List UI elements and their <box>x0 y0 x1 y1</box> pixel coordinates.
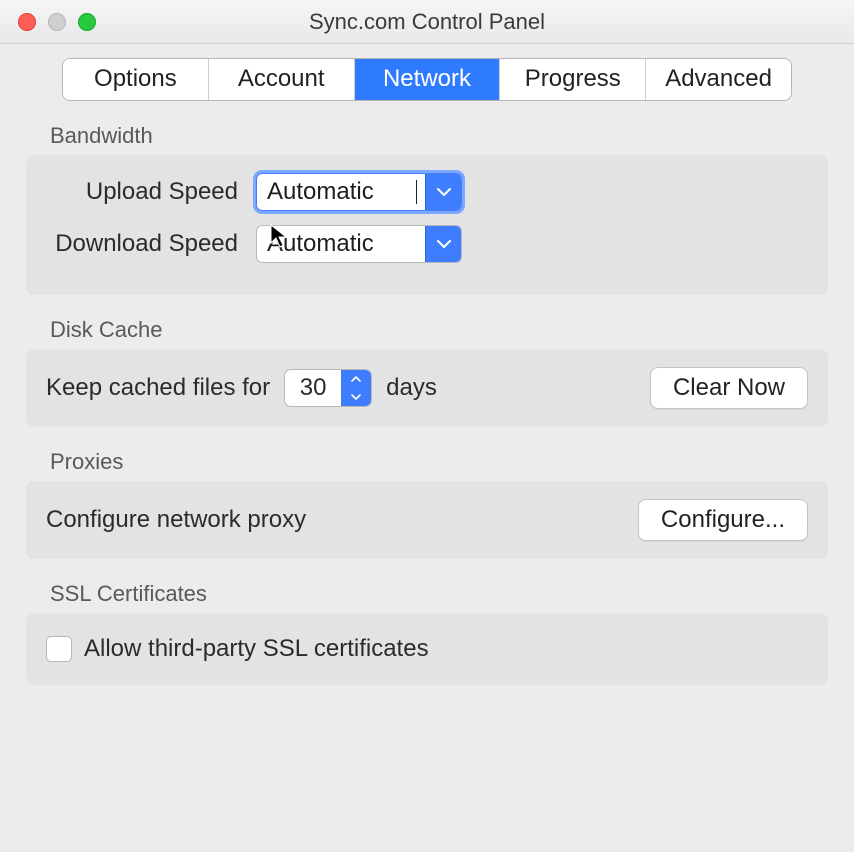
ssl-section-label: SSL Certificates <box>50 581 832 607</box>
disk-cache-section-label: Disk Cache <box>50 317 832 343</box>
close-window-button[interactable] <box>18 13 36 31</box>
proxy-label: Configure network proxy <box>46 506 306 534</box>
upload-speed-value: Automatic <box>257 174 425 210</box>
upload-speed-dropdown[interactable]: Automatic <box>256 173 462 211</box>
traffic-lights <box>0 13 96 31</box>
tab-options[interactable]: Options <box>63 59 209 100</box>
ssl-checkbox-label: Allow third-party SSL certificates <box>84 635 429 663</box>
disk-cache-prefix: Keep cached files for <box>46 374 270 402</box>
ssl-panel: Allow third-party SSL certificates <box>26 613 828 685</box>
minimize-window-button[interactable] <box>48 13 66 31</box>
cache-days-stepper-buttons[interactable] <box>341 370 371 406</box>
zoom-window-button[interactable] <box>78 13 96 31</box>
chevron-down-icon <box>351 394 361 400</box>
tab-bar: Options Account Network Progress Advance… <box>62 58 792 101</box>
tab-progress[interactable]: Progress <box>500 59 646 100</box>
disk-cache-suffix: days <box>386 374 437 402</box>
bandwidth-section-label: Bandwidth <box>50 123 832 149</box>
tab-advanced[interactable]: Advanced <box>646 59 791 100</box>
download-speed-row: Download Speed Automatic <box>46 225 808 263</box>
download-speed-dropdown-button[interactable] <box>425 226 461 262</box>
allow-third-party-ssl-checkbox[interactable] <box>46 636 72 662</box>
disk-cache-panel: Keep cached files for 30 days Clear Now <box>26 349 828 427</box>
proxy-row: Configure network proxy Configure... <box>46 499 808 541</box>
titlebar: Sync.com Control Panel <box>0 0 854 44</box>
download-speed-value: Automatic <box>257 226 425 262</box>
ssl-checkbox-row[interactable]: Allow third-party SSL certificates <box>46 631 808 667</box>
clear-cache-button[interactable]: Clear Now <box>650 367 808 409</box>
chevron-down-icon <box>437 240 451 249</box>
download-speed-label: Download Speed <box>46 230 256 258</box>
window-title: Sync.com Control Panel <box>0 9 854 35</box>
download-speed-dropdown[interactable]: Automatic <box>256 225 462 263</box>
chevron-down-icon <box>437 188 451 197</box>
cache-days-value: 30 <box>285 370 341 406</box>
upload-speed-dropdown-button[interactable] <box>425 174 461 210</box>
upload-speed-row: Upload Speed Automatic <box>46 173 808 211</box>
stepper-up-button[interactable] <box>341 370 371 388</box>
bandwidth-panel: Upload Speed Automatic Download Speed Au… <box>26 155 828 295</box>
content-area: Options Account Network Progress Advance… <box>0 44 854 707</box>
proxies-panel: Configure network proxy Configure... <box>26 481 828 559</box>
configure-proxy-button[interactable]: Configure... <box>638 499 808 541</box>
proxies-section-label: Proxies <box>50 449 832 475</box>
cache-days-stepper[interactable]: 30 <box>284 369 372 407</box>
stepper-down-button[interactable] <box>341 388 371 406</box>
tab-network[interactable]: Network <box>355 59 501 100</box>
chevron-up-icon <box>351 376 361 382</box>
disk-cache-row: Keep cached files for 30 days Clear Now <box>46 367 808 409</box>
tab-account[interactable]: Account <box>209 59 355 100</box>
upload-speed-label: Upload Speed <box>46 178 256 206</box>
